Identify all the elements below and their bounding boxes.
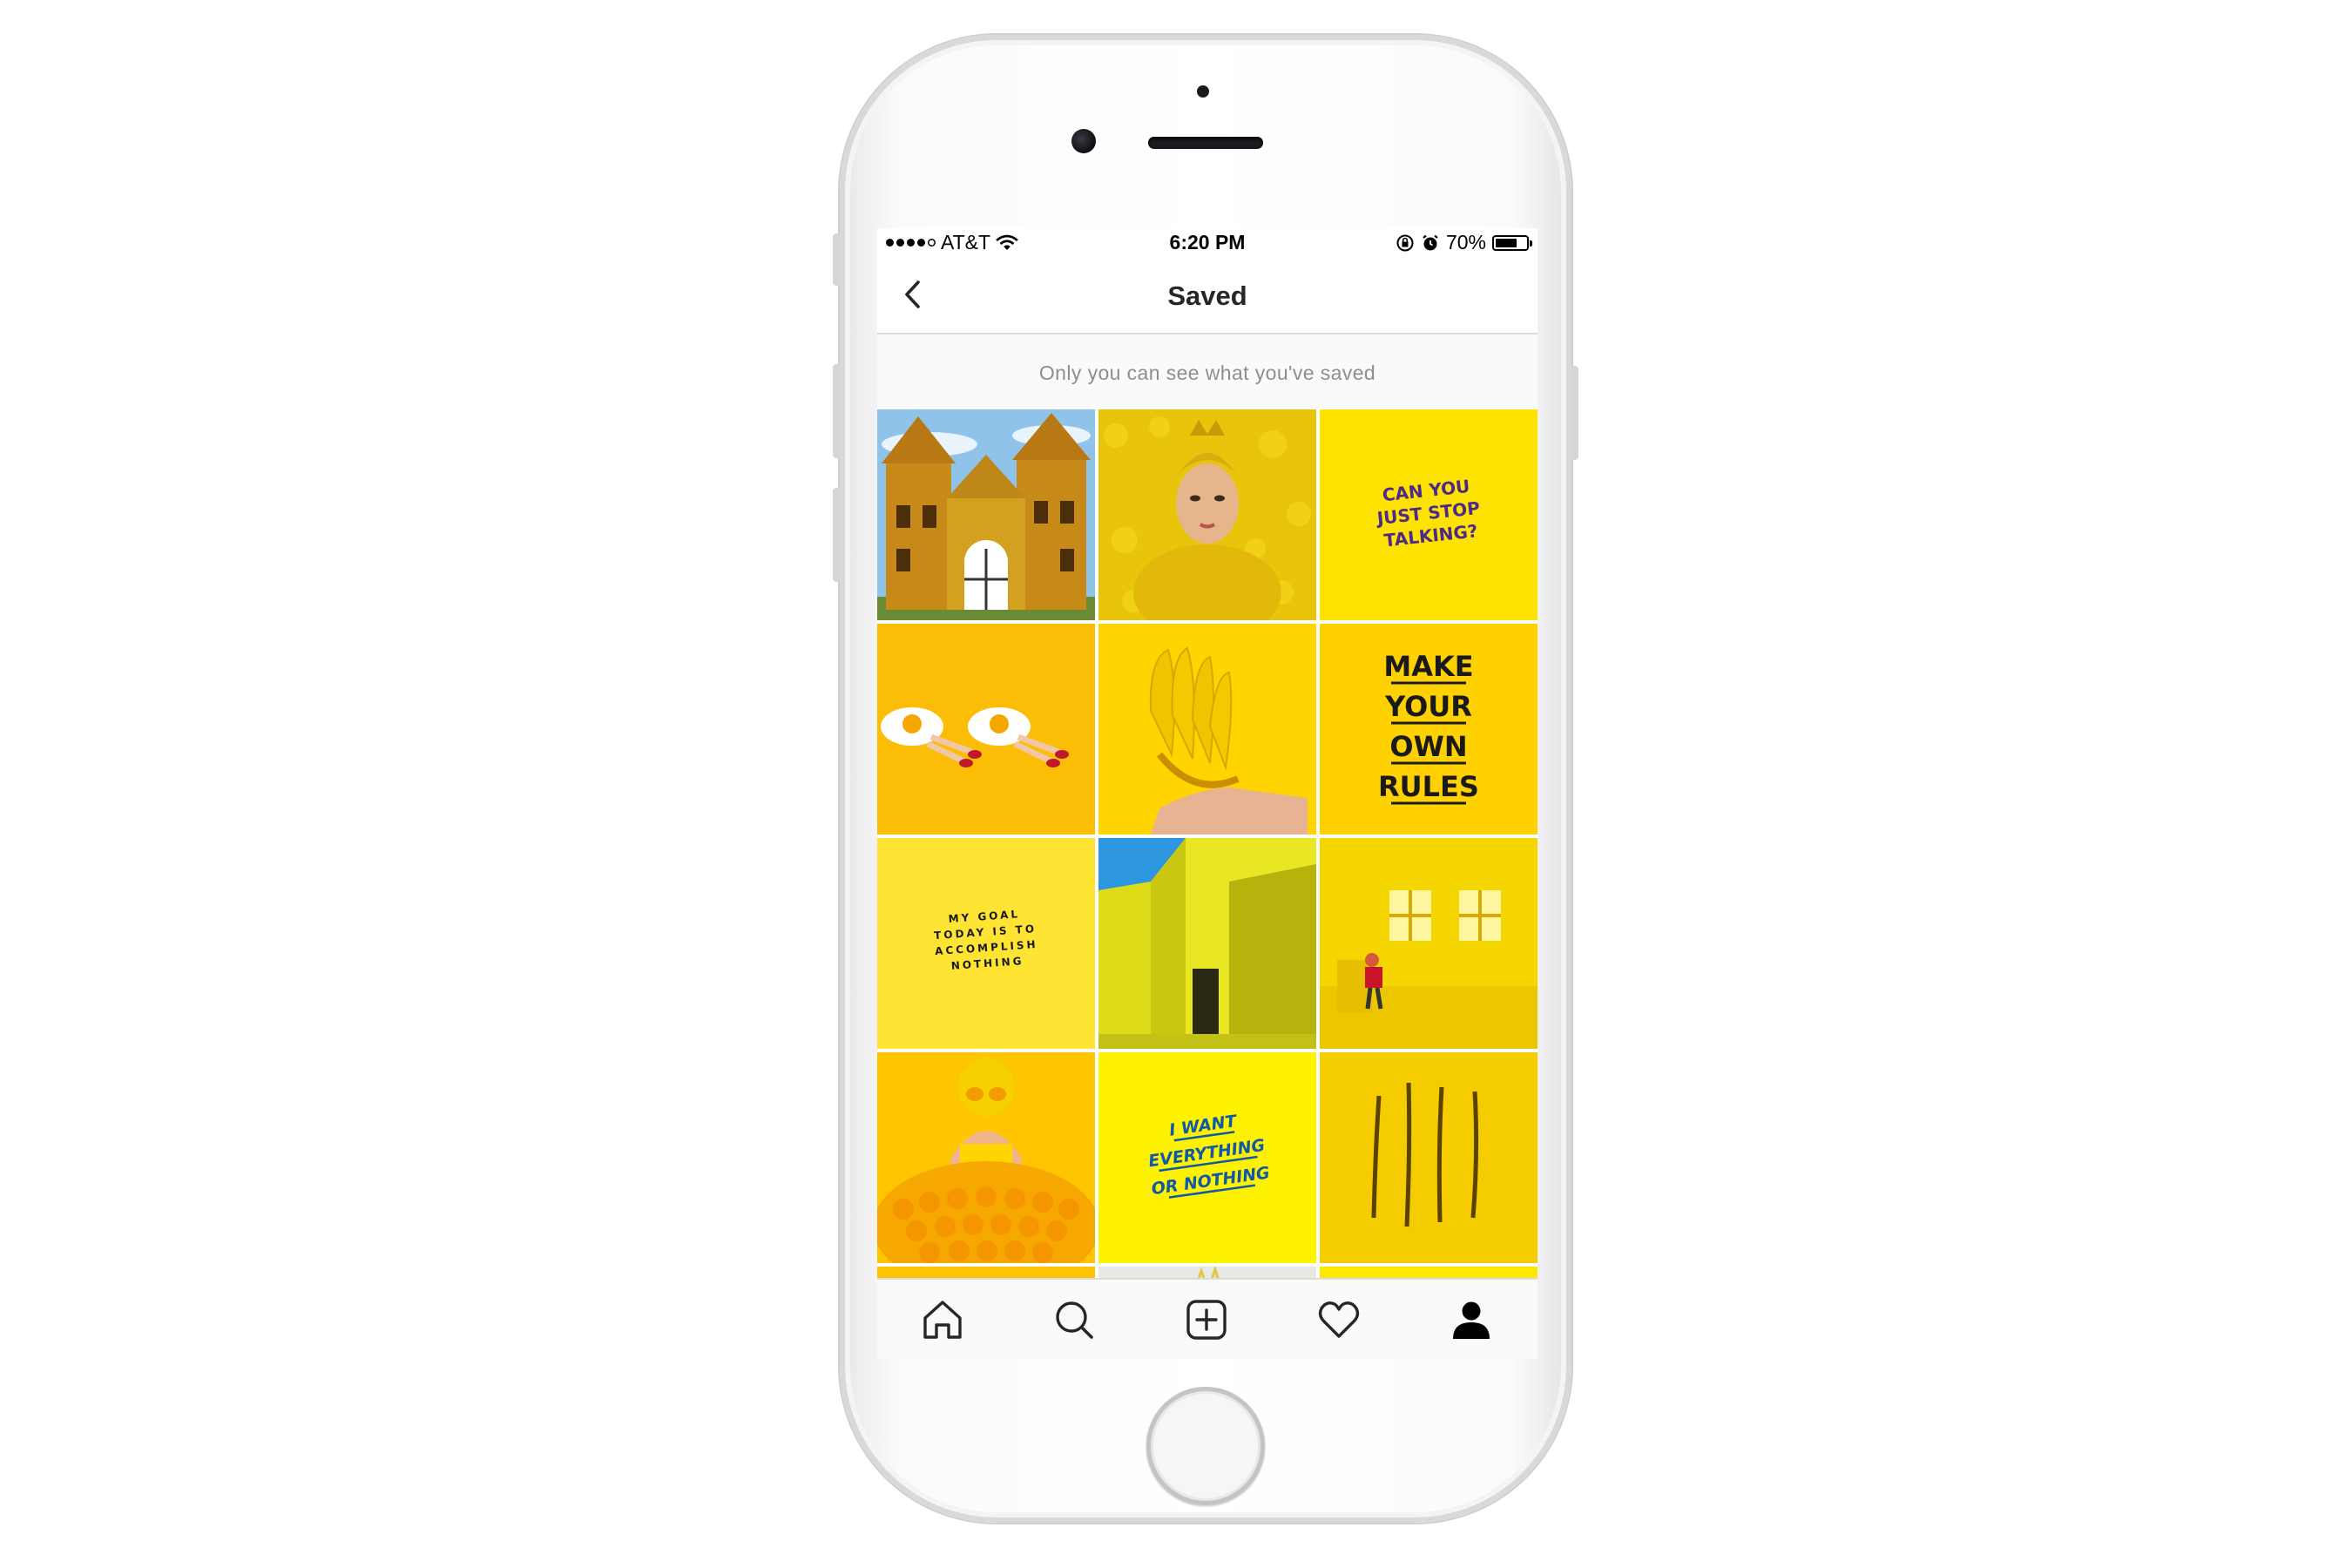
castle-image bbox=[877, 409, 1095, 620]
volume-up-button bbox=[833, 364, 840, 458]
power-button bbox=[1571, 366, 1578, 460]
tab-profile[interactable] bbox=[1445, 1294, 1497, 1346]
yellow-room-image bbox=[1320, 838, 1538, 1049]
bananas-image bbox=[1098, 624, 1316, 835]
page-title: Saved bbox=[1167, 280, 1247, 311]
battery-icon bbox=[1492, 234, 1532, 251]
saved-post-bananas[interactable] bbox=[1098, 624, 1316, 835]
earpiece-speaker bbox=[1148, 137, 1263, 149]
new-post-icon bbox=[1186, 1300, 1227, 1340]
saved-post-yellow-portrait[interactable] bbox=[1098, 409, 1316, 620]
tab-activity[interactable] bbox=[1313, 1294, 1365, 1346]
alarm-icon bbox=[1423, 234, 1438, 250]
saved-post-yellow-building[interactable] bbox=[1098, 838, 1316, 1049]
navigation-bar: Saved bbox=[877, 256, 1538, 335]
quote-line: MAKE bbox=[1383, 650, 1473, 683]
battery-fill bbox=[1496, 238, 1517, 247]
tab-search[interactable] bbox=[1048, 1294, 1100, 1346]
home-button[interactable] bbox=[1146, 1387, 1265, 1505]
tab-new-post[interactable] bbox=[1180, 1294, 1233, 1346]
saved-post-quote-want[interactable]: I WANT EVERYTHING OR NOTHING bbox=[1098, 1052, 1316, 1263]
orientation-lock-icon bbox=[1396, 234, 1414, 251]
saved-post-slashed-canvas[interactable] bbox=[1320, 1052, 1538, 1263]
quote-line: RULES bbox=[1378, 770, 1479, 803]
volume-down-button bbox=[833, 488, 840, 582]
app-screen: AT&T 6:20 PM 70% Saved Only you can see … bbox=[877, 228, 1538, 1359]
status-bar: AT&T 6:20 PM 70% bbox=[877, 228, 1538, 256]
saved-post-quote-make-rules[interactable]: MAKE YOUR OWN RULES bbox=[1320, 624, 1538, 835]
privacy-banner: Only you can see what you've saved bbox=[877, 335, 1538, 409]
slashed-canvas-image bbox=[1320, 1052, 1538, 1263]
search-icon bbox=[1056, 1301, 1093, 1339]
silent-switch bbox=[833, 233, 840, 286]
saved-post-oranges[interactable] bbox=[877, 1052, 1095, 1263]
proximity-sensor bbox=[1197, 85, 1209, 98]
bottom-tab-bar bbox=[877, 1278, 1538, 1359]
fried-eggs-image bbox=[877, 624, 1095, 835]
building-image bbox=[1098, 838, 1316, 1049]
quote-line: YOUR bbox=[1384, 690, 1472, 723]
oranges-image bbox=[877, 1052, 1095, 1263]
saved-post-quote-goal[interactable]: MY GOAL TODAY IS TO ACCOMPLISH NOTHING bbox=[877, 838, 1095, 1049]
portrait-image bbox=[1098, 409, 1316, 620]
privacy-note: Only you can see what you've saved bbox=[1038, 362, 1376, 384]
tab-home[interactable] bbox=[916, 1294, 969, 1346]
battery-percent: 70% bbox=[1445, 231, 1486, 253]
heart-icon bbox=[1318, 1301, 1360, 1338]
saved-post-castle[interactable] bbox=[877, 409, 1095, 620]
front-camera bbox=[1071, 129, 1096, 153]
saved-post-yellow-room[interactable] bbox=[1320, 838, 1538, 1049]
home-icon bbox=[923, 1301, 962, 1339]
saved-post-quote-can-you[interactable]: CAN YOU JUST STOP TALKING? bbox=[1320, 409, 1538, 620]
saved-post-fried-eggs[interactable] bbox=[877, 624, 1095, 835]
profile-icon bbox=[1453, 1301, 1490, 1339]
quote-line: OWN bbox=[1389, 730, 1467, 763]
